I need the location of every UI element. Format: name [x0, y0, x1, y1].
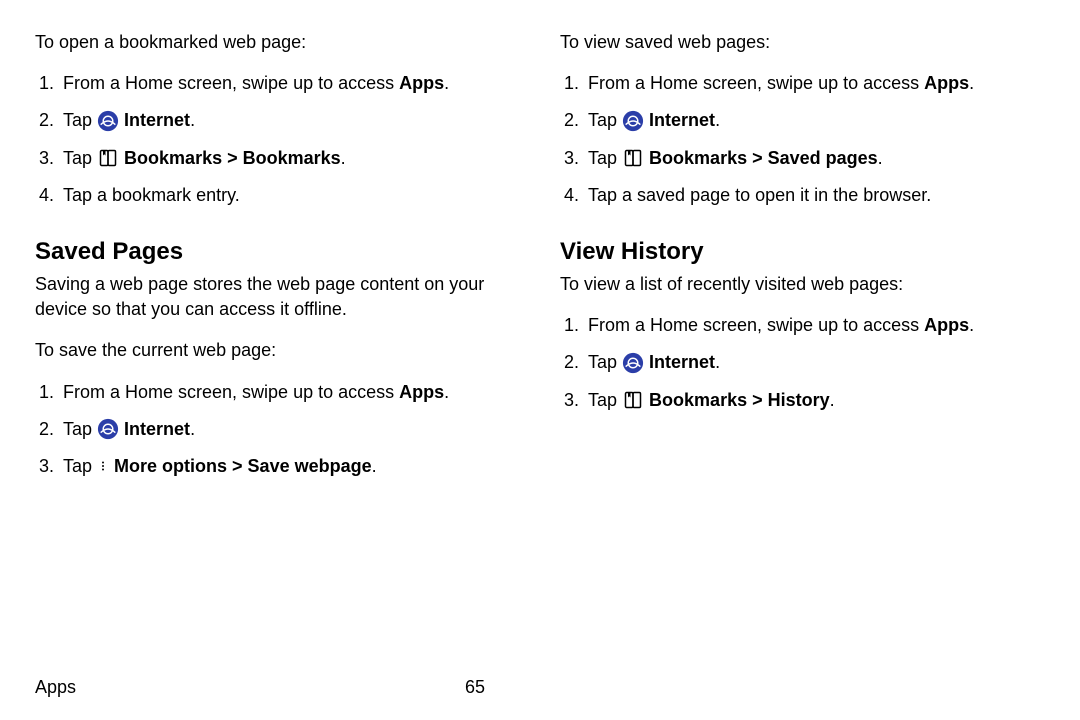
list-item: 2.Tap Internet. — [35, 411, 520, 448]
left-column: To open a bookmarked web page: 1.From a … — [35, 30, 520, 509]
more-options-icon — [97, 456, 109, 476]
list-item: 2.Tap Internet. — [35, 102, 520, 139]
view-history-steps: 1.From a Home screen, swipe up to access… — [560, 307, 1045, 419]
list-item: 1.From a Home screen, swipe up to access… — [560, 65, 1045, 102]
list-item: 4.Tap a saved page to open it in the bro… — [560, 177, 1045, 214]
save-page-steps: 1.From a Home screen, swipe up to access… — [35, 374, 520, 486]
internet-icon — [97, 418, 119, 440]
bookmarks-icon — [622, 148, 644, 168]
footer-section: Apps — [35, 677, 465, 698]
right-column: To view saved web pages: 1.From a Home s… — [560, 30, 1045, 509]
list-item: 2.Tap Internet. — [560, 102, 1045, 139]
footer-page-number: 65 — [465, 677, 485, 698]
list-item: 1.From a Home screen, swipe up to access… — [35, 65, 520, 102]
open-bookmark-steps: 1.From a Home screen, swipe up to access… — [35, 65, 520, 214]
list-item: 1.From a Home screen, swipe up to access… — [560, 307, 1045, 344]
list-item: 2.Tap Internet. — [560, 344, 1045, 381]
open-bookmark-intro: To open a bookmarked web page: — [35, 30, 520, 55]
list-item: 4.Tap a bookmark entry. — [35, 177, 520, 214]
internet-icon — [622, 352, 644, 374]
view-history-intro: To view a list of recently visited web p… — [560, 272, 1045, 297]
internet-icon — [97, 110, 119, 132]
view-history-heading: View History — [560, 238, 1045, 266]
list-item: 3.Tap Bookmarks > Bookmarks. — [35, 140, 520, 177]
saved-pages-heading: Saved Pages — [35, 238, 520, 266]
view-saved-intro: To view saved web pages: — [560, 30, 1045, 55]
save-page-intro: To save the current web page: — [35, 338, 520, 363]
list-item: 3.Tap Bookmarks > History. — [560, 382, 1045, 419]
bookmarks-icon — [622, 390, 644, 410]
bookmarks-icon — [97, 148, 119, 168]
list-item: 3.Tap Bookmarks > Saved pages. — [560, 140, 1045, 177]
page-footer: Apps 65 — [35, 677, 1045, 698]
internet-icon — [622, 110, 644, 132]
list-item: 1.From a Home screen, swipe up to access… — [35, 374, 520, 411]
view-saved-steps: 1.From a Home screen, swipe up to access… — [560, 65, 1045, 214]
saved-pages-desc: Saving a web page stores the web page co… — [35, 272, 520, 322]
list-item: 3.Tap More options > Save webpage. — [35, 448, 520, 485]
